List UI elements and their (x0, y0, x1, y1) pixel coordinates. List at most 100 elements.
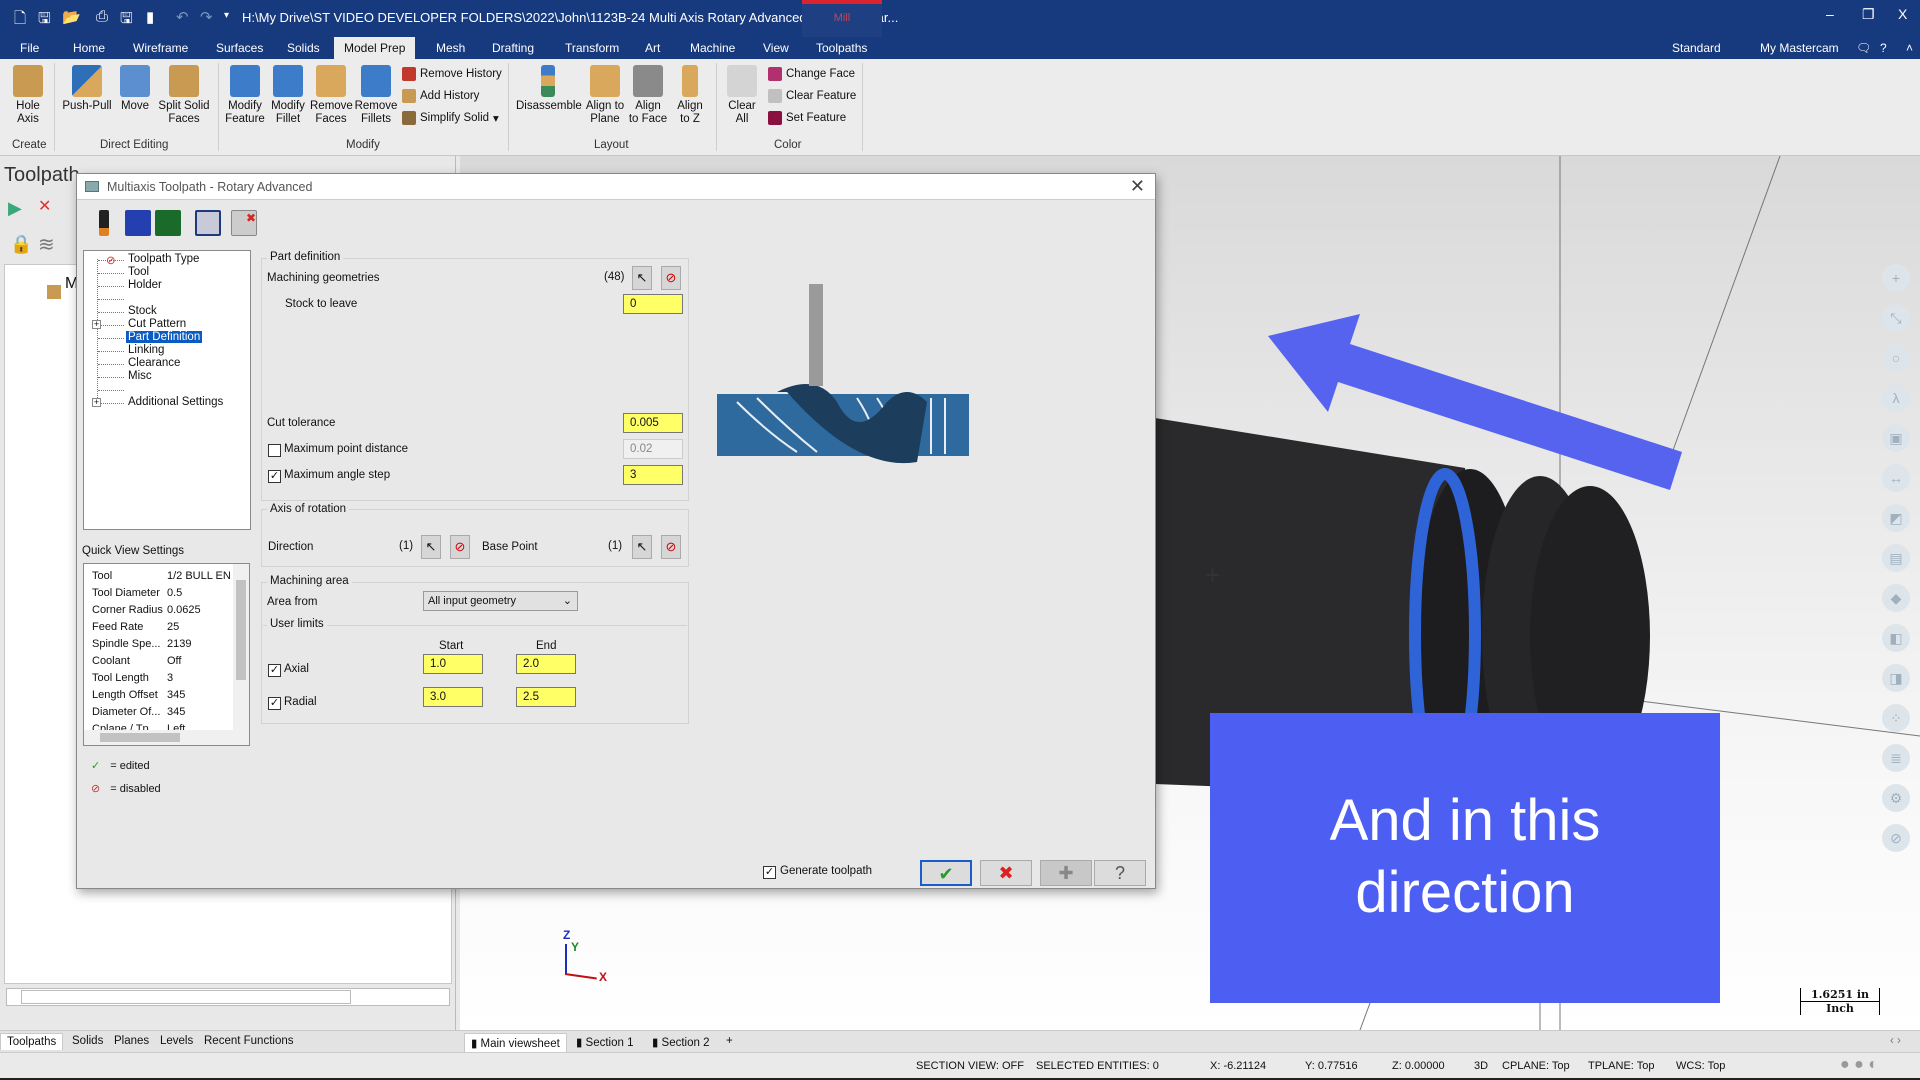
max-angle-step-checkbox[interactable]: ✓ (268, 470, 281, 483)
clear-all-button[interactable]: Clear All (724, 65, 760, 126)
section-icon[interactable]: ◩ (1882, 504, 1910, 532)
add-history-button[interactable]: Add History (402, 89, 479, 103)
tree-item-tool[interactable]: Tool (128, 266, 149, 278)
tab-file[interactable]: File (10, 40, 49, 56)
collapse-ribbon-icon[interactable]: ˄ (1896, 40, 1920, 56)
tab-solids[interactable]: Solids (66, 1033, 109, 1049)
save-as-icon[interactable]: 🖫 (120, 8, 133, 33)
context-tab-mill[interactable]: Mill (802, 0, 882, 37)
tab-wireframe[interactable]: Wireframe (123, 40, 198, 56)
restore-button[interactable]: ❐ (1862, 6, 1875, 23)
tree-item-holder[interactable]: Holder (128, 279, 162, 291)
tab-model-prep[interactable]: Model Prep (334, 37, 416, 60)
scroll-thumb[interactable] (100, 733, 180, 742)
tab-home[interactable]: Home (63, 40, 115, 56)
tree-item-stock[interactable]: Stock (128, 305, 157, 317)
radial-start-input[interactable]: 3.0 (423, 687, 483, 707)
mode-3d[interactable]: 3D (1474, 1060, 1488, 1072)
view-icon[interactable] (195, 210, 221, 236)
tab-transform[interactable]: Transform (555, 40, 629, 56)
clear-icon[interactable]: ⊘ (1882, 824, 1910, 852)
lock-icon[interactable]: 🔒 (10, 234, 32, 255)
align-to-z-button[interactable]: Align to Z (672, 65, 708, 126)
stock-to-leave-input[interactable]: 0 (623, 294, 683, 314)
dialog-title-bar[interactable]: Multiaxis Toolpath - Rotary Advanced ✕ (77, 174, 1155, 200)
tool-icon[interactable] (99, 210, 109, 236)
max-point-distance-input[interactable]: 0.02 (623, 439, 683, 459)
select-geometry-button[interactable]: ↖ (632, 266, 652, 290)
open-icon[interactable]: 📂 (62, 8, 81, 26)
cancel-button[interactable]: ✖ (980, 860, 1032, 886)
radial-end-input[interactable]: 2.5 (516, 687, 576, 707)
tab-art[interactable]: Art (635, 40, 670, 56)
align-to-face-button[interactable]: Align to Face (628, 65, 668, 126)
points-icon[interactable]: ⁘ (1882, 704, 1910, 732)
new-file-icon[interactable]: 🗋 (14, 8, 26, 33)
push-pull-button[interactable]: Push-Pull (62, 65, 112, 113)
help-button[interactable]: ? (1094, 860, 1146, 886)
cplane-dropdown[interactable]: CPLANE: Top (1502, 1060, 1570, 1072)
section-view-status[interactable]: SECTION VIEW: OFF (916, 1060, 1024, 1072)
cut-tolerance-input[interactable]: 0.005 (623, 413, 683, 433)
close-button[interactable]: X (1898, 6, 1907, 22)
planes-icon[interactable]: ◧ (1882, 624, 1910, 652)
vertical-scrollbar[interactable] (233, 564, 249, 730)
print-icon[interactable]: ⎙ (96, 8, 108, 25)
color-icon[interactable]: ◨ (1882, 664, 1910, 692)
clear-base-point-button[interactable]: ⊘ (661, 535, 681, 559)
tplane-dropdown[interactable]: TPLANE: Top (1588, 1060, 1654, 1072)
parameter-tree[interactable]: ⊘ Toolpath Type Tool Holder Stock + Cut Pa… (83, 250, 251, 530)
ok-button[interactable]: ✔ (920, 860, 972, 886)
horizontal-scrollbar[interactable] (6, 988, 450, 1006)
tree-item-cut-pattern[interactable]: Cut Pattern (128, 318, 186, 330)
tab-toolpaths[interactable]: Toolpaths (806, 40, 877, 56)
split-solid-faces-button[interactable]: Split Solid Faces (156, 65, 212, 126)
shade-icon[interactable]: ▤ (1882, 544, 1910, 572)
undo-icon[interactable]: ↶ (176, 8, 189, 26)
my-mastercam-button[interactable]: My Mastercam (1750, 40, 1849, 56)
remove-fillets-button[interactable]: Remove Fillets (354, 65, 398, 126)
axial-start-input[interactable]: 1.0 (423, 654, 483, 674)
tree-item-additional-settings[interactable]: Additional Settings (128, 396, 223, 408)
sheet-tab-section-1[interactable]: ▮ Section 1 (570, 1033, 639, 1051)
tab-view[interactable]: View (753, 40, 799, 56)
workspace-dropdown[interactable]: Standard (1662, 40, 1731, 56)
toggle-display-icon[interactable]: ≋ (38, 232, 55, 257)
redo-icon[interactable]: ↷ (200, 8, 213, 26)
select-base-point-button[interactable]: ↖ (632, 535, 652, 559)
dialog-close-button[interactable]: ✕ (1130, 176, 1145, 197)
sheet-tab-section-2[interactable]: ▮ Section 2 (646, 1033, 715, 1051)
customize-icon[interactable]: ▾ (224, 10, 229, 21)
max-angle-step-input[interactable]: 3 (623, 465, 683, 485)
clear-feature-button[interactable]: Clear Feature (768, 89, 856, 103)
tree-item-clearance[interactable]: Clearance (128, 357, 180, 369)
fit-icon[interactable]: ⤡ (1882, 304, 1910, 332)
tab-mesh[interactable]: Mesh (426, 40, 475, 56)
layers-icon[interactable]: ≣ (1882, 744, 1910, 772)
horizontal-scrollbar[interactable] (84, 730, 249, 745)
area-from-dropdown[interactable]: All input geometry ⌄ (423, 591, 578, 611)
view-icon[interactable]: ▣ (1882, 424, 1910, 452)
tab-surfaces[interactable]: Surfaces (206, 40, 273, 56)
remove-history-button[interactable]: Remove History (402, 67, 502, 81)
scroll-thumb[interactable] (21, 990, 351, 1004)
deselect-icon[interactable]: ✕ (38, 196, 51, 216)
tree-item-misc[interactable]: Misc (128, 370, 152, 382)
measure-icon[interactable]: ↔ (1882, 464, 1910, 492)
minimize-button[interactable]: – (1826, 6, 1834, 22)
tree-item-part-definition[interactable]: Part Definition (126, 331, 203, 343)
generate-toolpath-checkbox[interactable]: ✓ (763, 866, 776, 879)
sheet-scroll-arrows[interactable]: ‹ › (1884, 1033, 1907, 1049)
sheet-tab-main[interactable]: ▮ Main viewsheet (464, 1033, 567, 1052)
scroll-thumb[interactable] (236, 580, 246, 680)
wcs-dropdown[interactable]: WCS: Top (1676, 1060, 1725, 1072)
add-sheet-button[interactable]: + (720, 1033, 739, 1049)
move-button[interactable]: Move (118, 65, 152, 113)
expand-icon[interactable]: + (92, 398, 101, 407)
set-feature-button[interactable]: Set Feature (768, 111, 846, 125)
tab-machine[interactable]: Machine (680, 40, 745, 56)
merge-icon[interactable]: ▮ (146, 8, 154, 26)
max-point-distance-checkbox[interactable] (268, 444, 281, 457)
tab-toolpaths[interactable]: Toolpaths (0, 1033, 64, 1050)
axial-checkbox[interactable]: ✓ (268, 664, 281, 677)
